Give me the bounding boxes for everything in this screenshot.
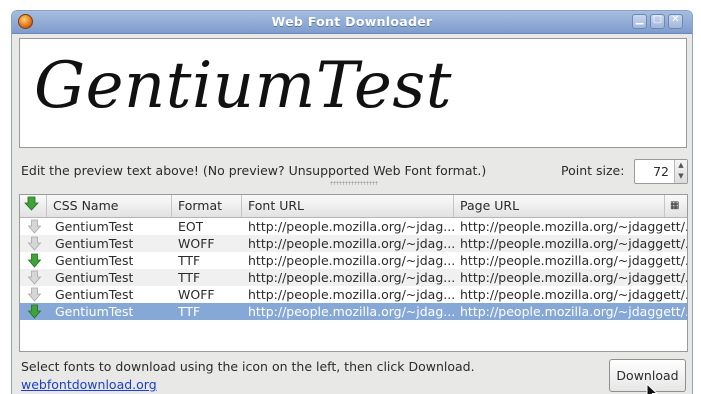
cell-page-url: http://people.mozilla.org/~jdaggett/... — [460, 287, 688, 302]
cell-page-url: http://people.mozilla.org/~jdaggett/... — [460, 219, 688, 234]
minimize-button[interactable]: ▁ — [632, 14, 647, 29]
download-arrow-gray-icon[interactable] — [27, 236, 42, 251]
cell-page-url: http://people.mozilla.org/~jdaggett/... — [460, 270, 688, 285]
cell-font-url: http://people.mozilla.org/~jdag... — [248, 219, 456, 234]
download-arrow-gray-icon[interactable] — [27, 219, 42, 234]
cell-format: TTF — [178, 253, 201, 268]
point-size-spinner[interactable]: 72 ▲ ▼ — [634, 159, 688, 184]
cell-font-url: http://people.mozilla.org/~jdag... — [248, 304, 456, 319]
table-row[interactable]: GentiumTest TTF http://people.mozilla.org/… — [20, 269, 687, 286]
maximize-icon: ▢ — [652, 14, 663, 25]
app-window: Web Font Downloader ▁ ▢ ✕ GentiumTest Ed… — [11, 10, 693, 394]
cell-css-name: GentiumTest — [55, 270, 134, 285]
table-row[interactable]: GentiumTest TTF http://people.mozilla.org/… — [20, 303, 687, 320]
column-header-page-url[interactable]: Page URL — [454, 195, 665, 217]
column-header-font-url[interactable]: Font URL — [242, 195, 454, 217]
cell-font-url: http://people.mozilla.org/~jdag... — [248, 253, 456, 268]
point-size-label: Point size: — [561, 163, 625, 178]
minimize-icon: ▁ — [635, 14, 644, 25]
preview-text-area[interactable]: GentiumTest — [19, 38, 687, 148]
cell-font-url: http://people.mozilla.org/~jdag... — [248, 270, 456, 285]
title-bar[interactable]: Web Font Downloader ▁ ▢ ✕ — [12, 11, 692, 34]
cell-format: WOFF — [178, 236, 215, 251]
mouse-cursor-icon — [646, 383, 658, 394]
download-arrow-gray-icon[interactable] — [27, 270, 42, 285]
resize-grip[interactable] — [330, 181, 378, 185]
cell-page-url: http://people.mozilla.org/~jdaggett/... — [460, 253, 688, 268]
cell-format: TTF — [178, 304, 201, 319]
font-table: CSS Name Format Font URL Page URL ▦ Gent… — [19, 194, 688, 352]
website-link[interactable]: webfontdownload.org — [21, 377, 157, 392]
cell-css-name: GentiumTest — [55, 236, 134, 251]
cell-format: WOFF — [178, 287, 215, 302]
table-row[interactable]: GentiumTest EOT http://people.mozilla.org/… — [20, 218, 687, 235]
spin-down-icon[interactable]: ▼ — [675, 171, 687, 182]
cell-font-url: http://people.mozilla.org/~jdag... — [248, 287, 456, 302]
preview-text[interactable]: GentiumTest — [34, 49, 452, 123]
maximize-button[interactable]: ▢ — [650, 14, 665, 29]
status-text: Select fonts to download using the icon … — [21, 359, 475, 374]
column-picker-icon[interactable]: ▦ — [665, 195, 687, 217]
cell-format: TTF — [178, 270, 201, 285]
download-arrow-gray-icon[interactable] — [27, 287, 42, 302]
close-icon: ✕ — [671, 14, 680, 25]
table-header: CSS Name Format Font URL Page URL ▦ — [20, 195, 687, 218]
cell-css-name: GentiumTest — [55, 304, 134, 319]
cell-font-url: http://people.mozilla.org/~jdag... — [248, 236, 456, 251]
cell-css-name: GentiumTest — [55, 253, 134, 268]
table-row[interactable]: GentiumTest WOFF http://people.mozilla.org… — [20, 286, 687, 303]
table-row[interactable]: GentiumTest WOFF http://people.mozilla.org… — [20, 235, 687, 252]
point-size-value[interactable]: 72 — [653, 164, 669, 179]
close-button[interactable]: ✕ — [668, 14, 683, 29]
table-row[interactable]: GentiumTest TTF http://people.mozilla.org/… — [20, 252, 687, 269]
column-header-css-name[interactable]: CSS Name — [47, 195, 172, 217]
preview-hint: Edit the preview text above! (No preview… — [21, 163, 487, 178]
column-header-format[interactable]: Format — [172, 195, 242, 217]
spinner-arrows[interactable]: ▲ ▼ — [674, 160, 687, 183]
download-arrow-icon — [24, 196, 39, 211]
spin-up-icon[interactable]: ▲ — [675, 160, 687, 171]
window-title: Web Font Downloader — [271, 14, 433, 29]
cell-css-name: GentiumTest — [55, 219, 134, 234]
cell-format: EOT — [178, 219, 204, 234]
cell-page-url: http://people.mozilla.org/~jdaggett/... — [460, 304, 688, 319]
cell-page-url: http://people.mozilla.org/~jdaggett/... — [460, 236, 688, 251]
download-column-header[interactable] — [20, 195, 47, 217]
download-arrow-green-icon[interactable] — [27, 253, 42, 268]
download-arrow-green-icon[interactable] — [27, 304, 42, 319]
cell-css-name: GentiumTest — [55, 287, 134, 302]
